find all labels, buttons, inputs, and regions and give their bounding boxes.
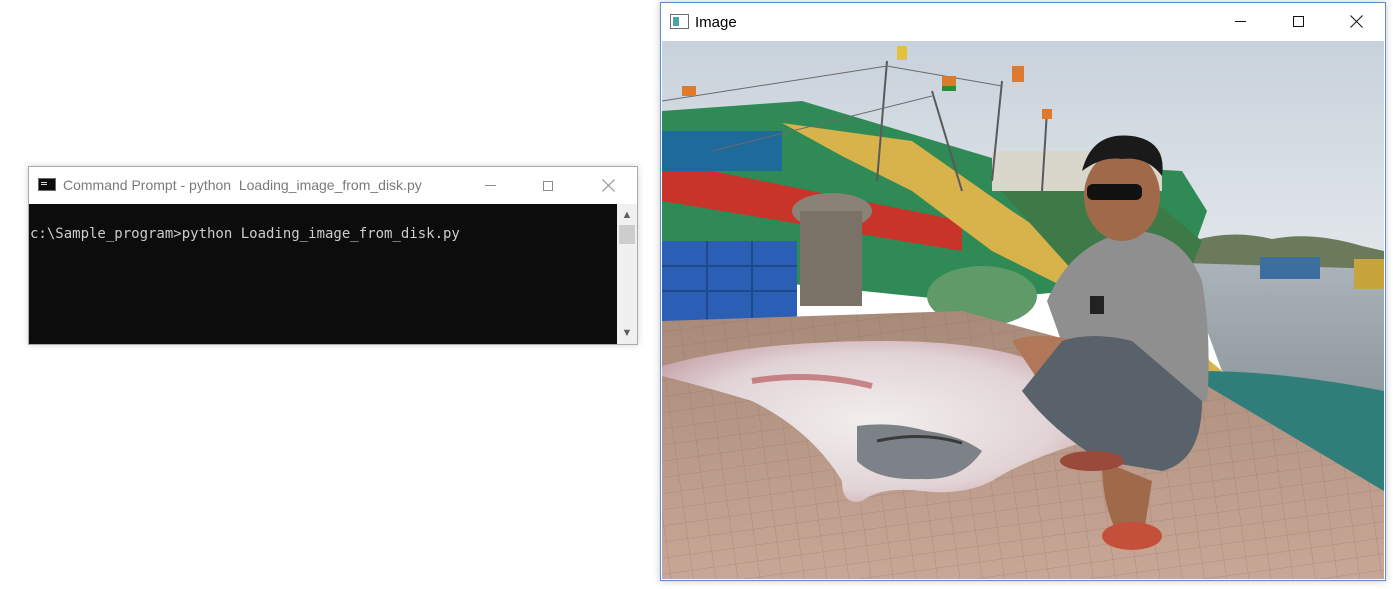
scrollbar-thumb[interactable] — [619, 225, 635, 244]
console-app-icon — [38, 178, 56, 191]
console-output[interactable]: c:\Sample_program>python Loading_image_f… — [29, 204, 617, 344]
image-title-bar[interactable]: Image — [661, 3, 1385, 41]
cmd-window-title: Command Prompt - python Loading_image_fr… — [63, 177, 422, 193]
image-minimize-button[interactable] — [1211, 3, 1269, 40]
close-icon — [602, 179, 615, 192]
console-line: c:\Sample_program>python Loading_image_f… — [30, 226, 460, 242]
image-window[interactable]: Image — [660, 2, 1386, 581]
distant-boat — [1260, 257, 1320, 279]
displayed-photo — [662, 41, 1384, 579]
image-maximize-button[interactable] — [1269, 3, 1327, 40]
minimize-icon — [484, 185, 496, 186]
cmd-title-bar[interactable]: Command Prompt - python Loading_image_fr… — [29, 167, 637, 204]
minimize-icon — [1234, 21, 1246, 22]
scroll-down-arrow-icon[interactable]: ▼ — [617, 324, 637, 342]
desktop: Command Prompt - python Loading_image_fr… — [0, 0, 1393, 589]
cmd-close-button[interactable] — [579, 167, 637, 204]
boat-deck — [662, 131, 782, 171]
console-scrollbar[interactable]: ▲ ▼ — [617, 204, 637, 344]
image-close-button[interactable] — [1327, 3, 1385, 40]
image-app-icon — [670, 14, 689, 29]
scroll-up-arrow-icon[interactable]: ▲ — [617, 206, 637, 224]
blue-crate — [662, 241, 797, 321]
cmd-minimize-button[interactable] — [461, 167, 519, 204]
close-icon — [1350, 15, 1363, 28]
cmd-maximize-button[interactable] — [519, 167, 577, 204]
maximize-icon — [1292, 16, 1304, 27]
distant-boat — [1354, 259, 1384, 289]
maximize-icon — [543, 180, 553, 191]
image-window-title: Image — [695, 14, 737, 31]
bollard — [800, 211, 862, 306]
command-prompt-window[interactable]: Command Prompt - python Loading_image_fr… — [28, 166, 638, 345]
